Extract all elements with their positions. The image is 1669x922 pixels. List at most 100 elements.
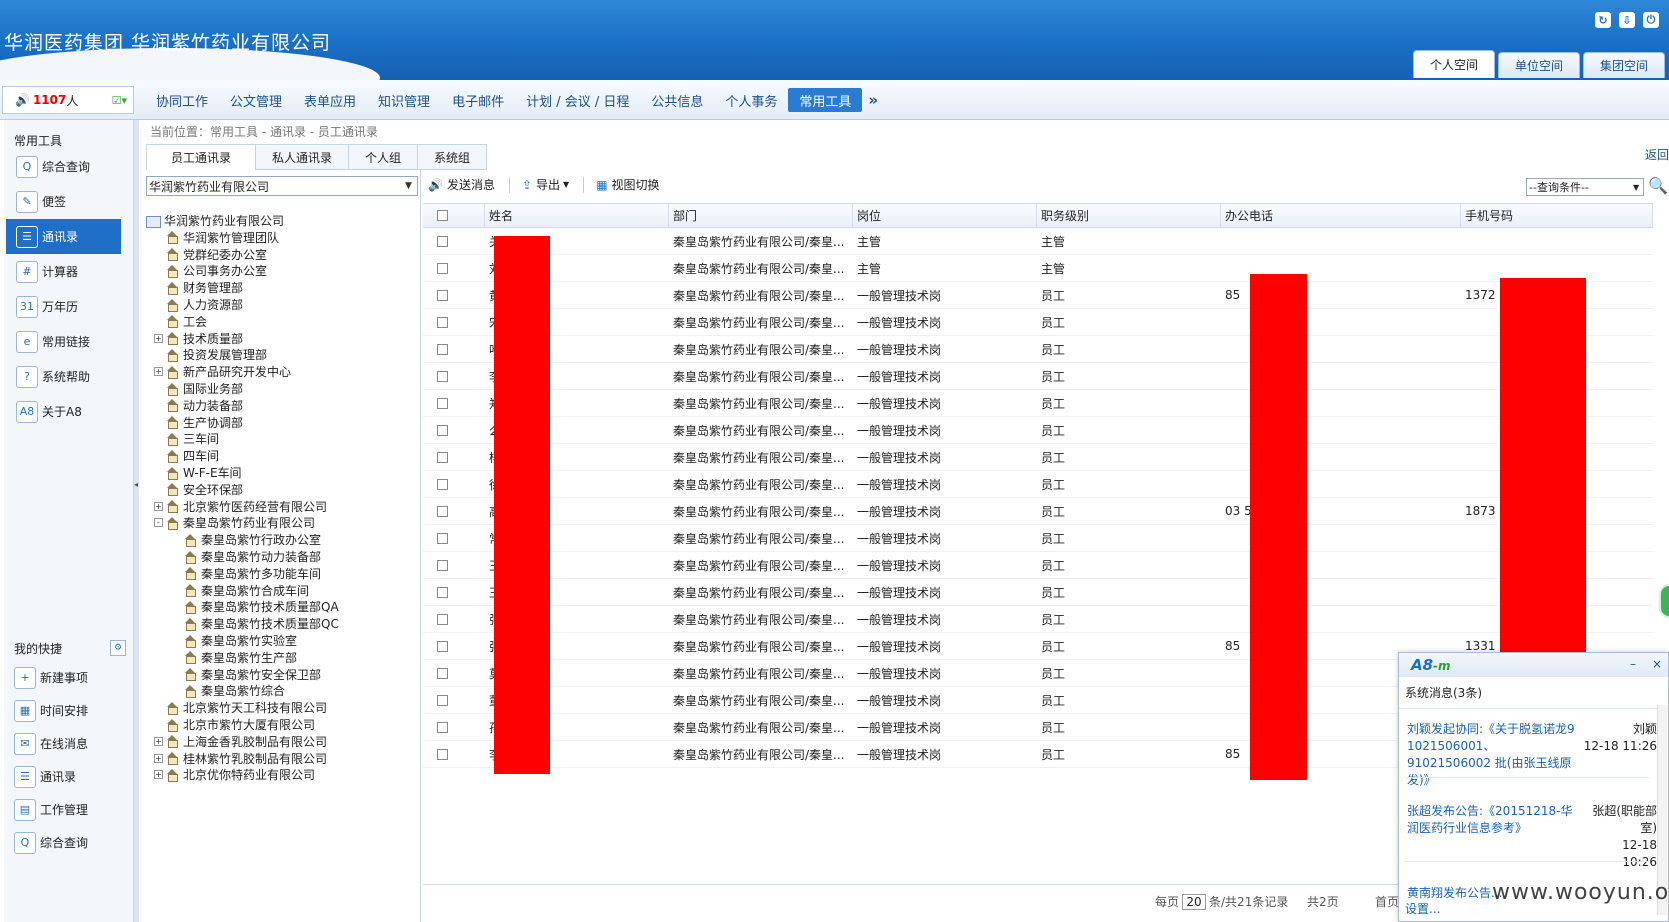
sidebar-item-about[interactable]: A8 关于A8: [4, 394, 133, 429]
menu-email[interactable]: 电子邮件: [441, 88, 515, 112]
table-row[interactable]: 高秦皇岛紫竹药业有限公司/秦皇...一般管理技术岗员工03 51873: [423, 498, 1653, 525]
tab-private-contacts[interactable]: 私人通讯录: [255, 144, 350, 170]
tree-node[interactable]: 秦皇岛紫竹动力装备部: [172, 548, 321, 565]
sidebar-item-contacts[interactable]: ☰ 通讯录: [6, 219, 121, 254]
query-condition-select[interactable]: --查询条件-- ▼: [1526, 178, 1644, 196]
menu-forms[interactable]: 表单应用: [293, 88, 367, 112]
tab-unit-space[interactable]: 单位空间: [1497, 52, 1580, 78]
expand-icon[interactable]: +: [154, 753, 163, 763]
message-item[interactable]: 张超发布公告:《20151218-华润医药行业信息参考》 张超(职能部室) 12-…: [1407, 803, 1657, 869]
collapse-icon[interactable]: -: [154, 518, 163, 528]
tree-node[interactable]: 动力装备部: [154, 397, 243, 414]
back-link[interactable]: 返回: [1645, 146, 1669, 163]
status-dropdown-icon[interactable]: ☑▾: [112, 94, 127, 107]
table-row[interactable]: 宋秦皇岛紫竹药业有限公司/秦皇...一般管理技术岗员工: [423, 309, 1653, 336]
message-link[interactable]: 刘颖发起协同:《关于脱氢诺龙9 1021506001、91021506002 批…: [1407, 721, 1577, 789]
tree-node[interactable]: 人力资源部: [154, 296, 243, 313]
org-select[interactable]: 华润紫竹药业有限公司 ▼: [146, 176, 418, 196]
quick-settings-icon[interactable]: ⚙: [110, 640, 126, 656]
minimize-icon[interactable]: –: [1630, 657, 1636, 671]
row-checkbox[interactable]: [437, 316, 448, 328]
collapse-arrow-icon[interactable]: ◂: [134, 480, 138, 489]
table-row[interactable]: 李秦皇岛紫竹药业有限公司/秦皇...一般管理技术岗员工: [423, 363, 1653, 390]
tab-personal-group[interactable]: 个人组: [348, 144, 419, 170]
tree-node[interactable]: 工会: [154, 313, 207, 330]
tab-employee-contacts[interactable]: 员工通讯录: [146, 144, 257, 170]
expand-icon[interactable]: +: [154, 770, 163, 780]
quick-item-new-item[interactable]: + 新建事项: [4, 661, 134, 694]
row-checkbox[interactable]: [437, 721, 448, 733]
tree-node[interactable]: + 桂林紫竹乳胶制品有限公司: [154, 750, 327, 767]
col-mobile[interactable]: 手机号码: [1461, 204, 1653, 227]
tree-node[interactable]: 秦皇岛紫竹安全保卫部: [172, 666, 321, 683]
menu-plan[interactable]: 计划 / 会议 / 日程: [515, 88, 640, 112]
tree-node[interactable]: W-F-E车间: [154, 464, 242, 481]
sidebar-item-calendar[interactable]: 31 万年历: [4, 289, 133, 324]
menu-tools[interactable]: 常用工具: [788, 88, 863, 112]
sidebar-item-note[interactable]: ✎ 便签: [4, 184, 133, 219]
send-message-button[interactable]: 🔊 发送消息: [428, 176, 495, 193]
message-link[interactable]: 张超发布公告:《20151218-华润医药行业信息参考》: [1407, 803, 1577, 837]
row-checkbox[interactable]: [437, 667, 448, 679]
tree-node[interactable]: 国际业务部: [154, 380, 243, 397]
view-switch-button[interactable]: ▦ 视图切换: [596, 176, 659, 193]
tree-node[interactable]: 秦皇岛紫竹实验室: [172, 632, 297, 649]
expand-icon[interactable]: +: [154, 367, 163, 377]
download-icon[interactable]: ⇩: [1619, 12, 1635, 28]
table-row[interactable]: 黄秦皇岛紫竹药业有限公司/秦皇...一般管理技术岗员工851372: [423, 282, 1653, 309]
tree-node[interactable]: 秦皇岛紫竹合成车间: [172, 582, 309, 599]
table-row[interactable]: 徐秦皇岛紫竹药业有限公司/秦皇...一般管理技术岗员工: [423, 471, 1653, 498]
refresh-icon[interactable]: ↻: [1595, 12, 1611, 28]
export-button[interactable]: ⇪ 导出 ▼: [522, 176, 569, 193]
row-checkbox[interactable]: [437, 532, 448, 544]
tree-node[interactable]: 秦皇岛紫竹综合: [172, 682, 285, 699]
online-users[interactable]: 🔊 1107 人 ☑▾: [2, 86, 134, 114]
row-checkbox[interactable]: [437, 505, 448, 517]
row-checkbox[interactable]: [437, 694, 448, 706]
row-checkbox[interactable]: [437, 424, 448, 436]
table-row[interactable]: 么秦皇岛紫竹药业有限公司/秦皇...一般管理技术岗员工: [423, 417, 1653, 444]
sidebar-item-search[interactable]: Q 综合查询: [4, 149, 133, 184]
logout-icon[interactable]: ⏻: [1643, 12, 1659, 28]
menu-public-info[interactable]: 公共信息: [640, 88, 714, 112]
col-dept[interactable]: 部门: [669, 204, 853, 227]
tree-node[interactable]: + 北京紫竹医药经营有限公司: [154, 498, 327, 515]
sidebar-splitter[interactable]: ◂: [134, 120, 139, 922]
table-row[interactable]: 叶秦皇岛紫竹药业有限公司/秦皇...一般管理技术岗员工: [423, 336, 1653, 363]
row-checkbox[interactable]: [437, 586, 448, 598]
tree-node[interactable]: 秦皇岛紫竹行政办公室: [172, 531, 321, 548]
sidebar-item-links[interactable]: e 常用链接: [4, 324, 133, 359]
row-checkbox[interactable]: [437, 478, 448, 490]
sidebar-item-calculator[interactable]: # 计算器: [4, 254, 133, 289]
row-checkbox[interactable]: [437, 289, 448, 301]
per-page-input[interactable]: 20: [1182, 893, 1207, 910]
menu-docs[interactable]: 公文管理: [219, 88, 293, 112]
online-widget-icon[interactable]: [1659, 584, 1669, 618]
tree-node[interactable]: 安全环保部: [154, 481, 243, 498]
row-checkbox[interactable]: [437, 559, 448, 571]
row-checkbox[interactable]: [437, 748, 448, 760]
table-row[interactable]: 杨秦皇岛紫竹药业有限公司/秦皇...一般管理技术岗员工: [423, 444, 1653, 471]
tab-system-group[interactable]: 系统组: [417, 144, 488, 170]
tree-node[interactable]: 三车间: [154, 430, 219, 447]
menu-collab[interactable]: 协同工作: [145, 88, 219, 112]
search-icon[interactable]: 🔍: [1648, 176, 1668, 195]
tree-node[interactable]: 四车间: [154, 447, 219, 464]
tree-node[interactable]: 华润紫竹管理团队: [154, 229, 279, 246]
table-row[interactable]: 郑秦皇岛紫竹药业有限公司/秦皇...一般管理技术岗员工: [423, 390, 1653, 417]
menu-more-icon[interactable]: »: [868, 91, 878, 109]
table-row[interactable]: 刘秦皇岛紫竹药业有限公司/秦皇...主管主管: [423, 255, 1653, 282]
tree-node[interactable]: + 北京优你特药业有限公司: [154, 766, 315, 783]
expand-icon[interactable]: +: [154, 736, 163, 746]
row-checkbox[interactable]: [437, 343, 448, 355]
first-page-link[interactable]: 首页: [1375, 893, 1399, 910]
row-checkbox[interactable]: [437, 613, 448, 625]
col-name[interactable]: 姓名: [485, 204, 669, 227]
expand-icon[interactable]: +: [154, 501, 163, 511]
row-checkbox[interactable]: [437, 640, 448, 652]
quick-item-search[interactable]: Q 综合查询: [4, 826, 134, 859]
row-checkbox[interactable]: [437, 262, 448, 274]
tree-node[interactable]: + 上海金香乳胶制品有限公司: [154, 733, 327, 750]
tree-node[interactable]: 秦皇岛紫竹技术质量部QA: [172, 598, 339, 615]
tree-node[interactable]: 公司事务办公室: [154, 262, 267, 279]
